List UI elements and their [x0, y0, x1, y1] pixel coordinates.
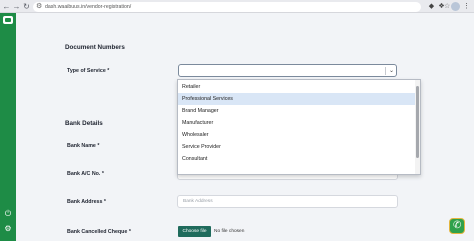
- address-bar[interactable]: ⚙ dash.waaibuus.in/vendor-registration/ …: [33, 1, 450, 12]
- brand-logo[interactable]: [3, 16, 13, 24]
- option-wholesaler[interactable]: Wholesaler: [178, 129, 420, 141]
- type-of-service-select[interactable]: ⌄: [178, 64, 397, 77]
- bank-details-title: Bank Details: [65, 120, 103, 127]
- bank-name-label: Bank Name *: [67, 143, 100, 149]
- choose-file-button[interactable]: Choose file: [178, 226, 211, 237]
- account-number-label: Bank A/C No. *: [67, 171, 104, 177]
- profile-icon[interactable]: [451, 2, 460, 11]
- document-numbers-title: Document Numbers: [65, 44, 125, 51]
- option-consultant[interactable]: Consultant: [178, 153, 420, 165]
- option-professional-services[interactable]: Professional Services: [178, 93, 420, 105]
- select-divider: [385, 67, 386, 75]
- back-icon[interactable]: ←: [2, 2, 11, 11]
- option-brand-manager[interactable]: Brand Manager: [178, 105, 420, 117]
- menu-icon[interactable]: ⋮: [462, 2, 471, 11]
- logout-icon[interactable]: ⏻: [3, 209, 13, 219]
- option-manufacturer[interactable]: Manufacturer: [178, 117, 420, 129]
- service-options-list[interactable]: Retailer Professional Services Brand Man…: [177, 79, 421, 175]
- sidebar: ⏻ ⚙: [0, 13, 16, 241]
- browser-toolbar: ← → ↻ ⚙ dash.waaibuus.in/vendor-registra…: [0, 0, 474, 13]
- site-info-icon[interactable]: ⚙: [36, 3, 42, 11]
- extensions-puzzle-icon[interactable]: ❖: [437, 2, 446, 11]
- dropdown-scrollbar[interactable]: [415, 80, 420, 174]
- extension-icon[interactable]: ◆: [427, 2, 436, 11]
- bank-address-input[interactable]: Bank Address: [177, 195, 398, 208]
- cancelled-cheque-file-input[interactable]: Choose file No file chosen: [178, 226, 268, 237]
- url-text: dash.waaibuus.in/vendor-registration/: [45, 3, 132, 10]
- cancelled-cheque-label: Bank Cancelled Cheque *: [67, 229, 131, 235]
- chat-support-button[interactable]: [449, 218, 465, 234]
- bank-address-label: Bank Address *: [67, 199, 106, 205]
- chevron-down-icon[interactable]: ⌄: [389, 66, 394, 76]
- reload-icon[interactable]: ↻: [22, 2, 31, 11]
- option-service-provider[interactable]: Service Provider: [178, 141, 420, 153]
- settings-icon[interactable]: ⚙: [3, 224, 13, 234]
- forward-icon[interactable]: →: [12, 2, 21, 11]
- registration-form: Document Numbers Type of Service * ⌄ Ban…: [16, 13, 474, 241]
- type-of-service-label: Type of Service *: [67, 68, 110, 74]
- scrollbar-thumb[interactable]: [416, 86, 419, 158]
- bank-address-placeholder: Bank Address: [183, 199, 213, 204]
- option-retailer[interactable]: Retailer: [178, 81, 420, 93]
- file-status-text: No file chosen: [214, 229, 245, 234]
